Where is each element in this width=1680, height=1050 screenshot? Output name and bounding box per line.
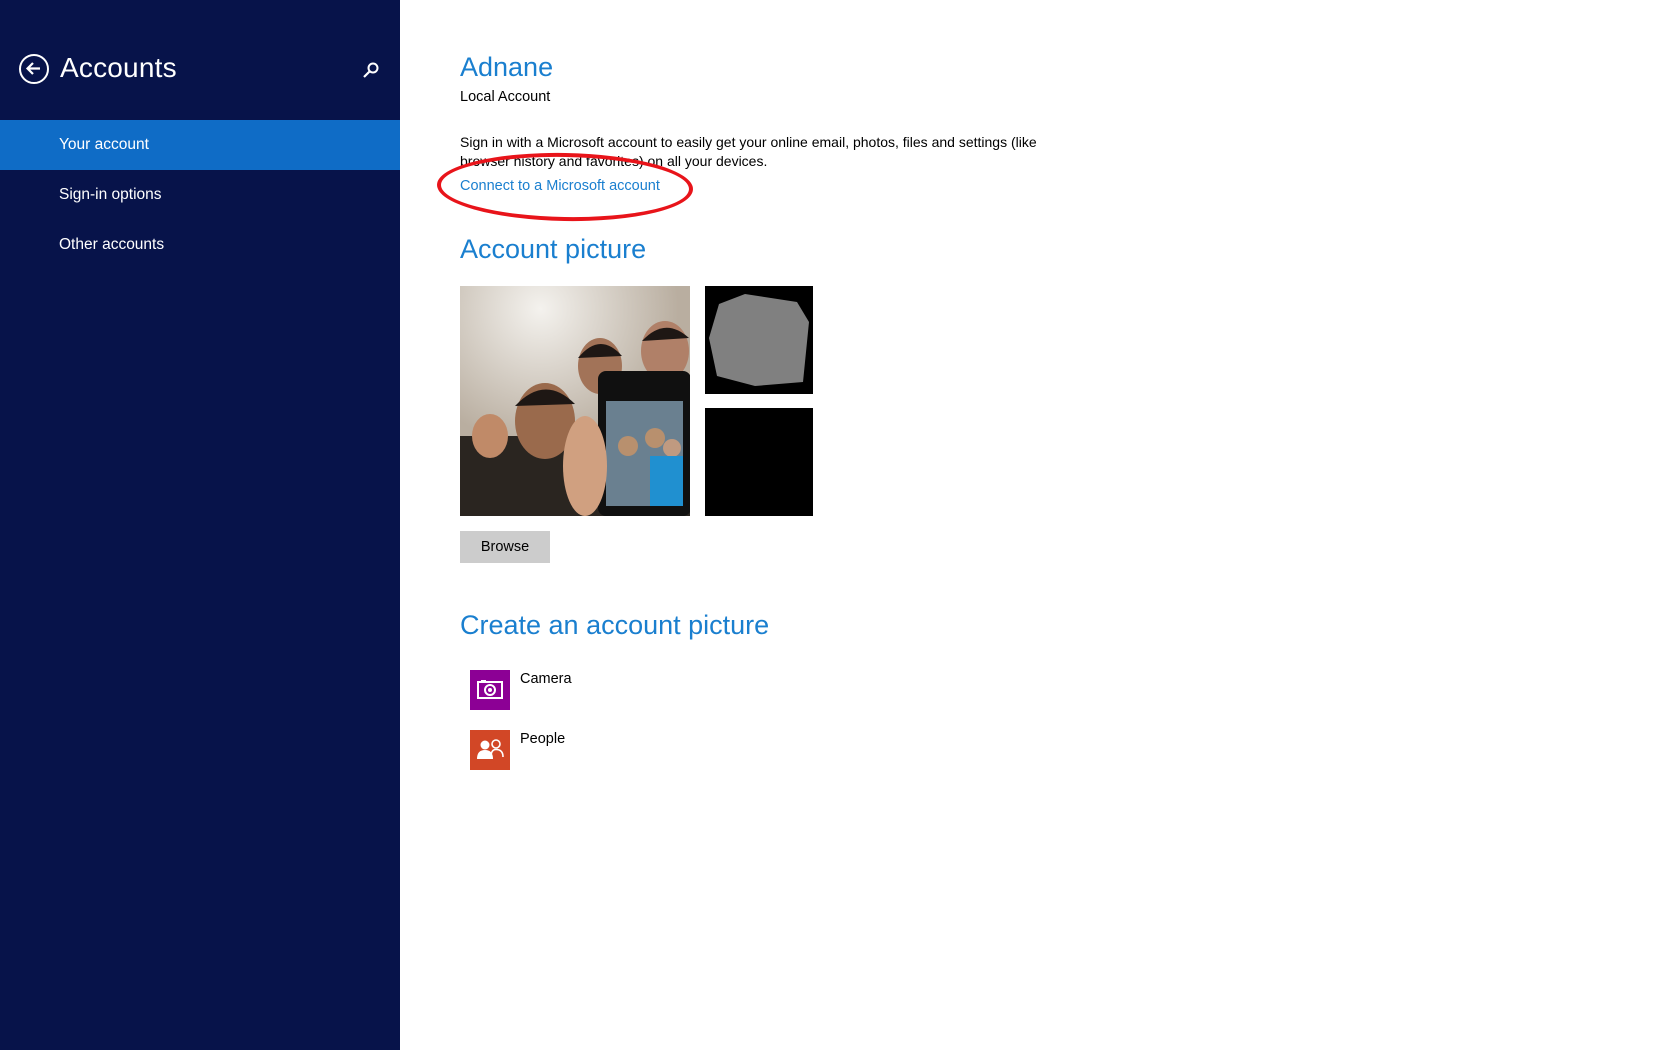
blurred-picture-image [705, 408, 813, 516]
nav-item-label: Your account [59, 136, 149, 153]
main-content: Adnane Local Account Sign in with a Micr… [400, 0, 1680, 1050]
previous-picture-thumbnail-2[interactable] [705, 408, 813, 516]
people-tile [470, 730, 510, 770]
connect-microsoft-account-link[interactable]: Connect to a Microsoft account [460, 178, 660, 194]
back-arrow-icon [25, 62, 40, 75]
sidebar: Accounts Your account Sign-in options Ot… [0, 0, 400, 1050]
sidebar-title: Accounts [60, 52, 177, 83]
back-button[interactable] [19, 54, 49, 84]
people-icon [477, 739, 504, 759]
account-picture-title: Account picture [460, 234, 647, 264]
blurred-picture-image [709, 294, 809, 386]
search-icon [363, 62, 379, 78]
account-type: Local Account [460, 89, 551, 105]
account-photo-image [460, 286, 690, 516]
nav-item-sign-in-options[interactable]: Sign-in options [0, 170, 400, 220]
search-button[interactable] [360, 60, 382, 82]
nav-item-your-account[interactable]: Your account [0, 120, 400, 170]
nav-item-other-accounts[interactable]: Other accounts [0, 220, 400, 270]
people-app-label: People [520, 731, 566, 747]
nav-item-label: Sign-in options [59, 186, 162, 203]
previous-picture-thumbnail-1[interactable] [705, 286, 813, 394]
nav-list: Your account Sign-in options Other accou… [0, 120, 400, 270]
camera-tile [470, 670, 510, 710]
browse-button[interactable]: Browse [460, 531, 550, 563]
user-name: Adnane [460, 52, 554, 82]
account-picture [460, 286, 690, 516]
nav-item-label: Other accounts [59, 236, 165, 253]
camera-icon [477, 680, 503, 699]
camera-app-label: Camera [520, 671, 572, 687]
create-picture-title: Create an account picture [460, 610, 770, 640]
sidebar-header: Accounts [0, 50, 400, 92]
